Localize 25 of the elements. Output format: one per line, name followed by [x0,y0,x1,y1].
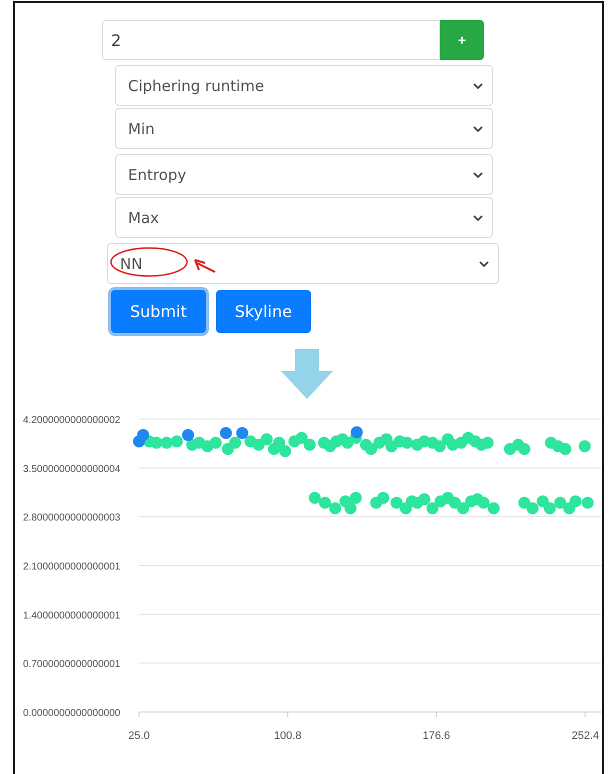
axis-label: 2.8000000000000003 [23,512,120,524]
axis-label: 25.0 [128,730,150,742]
number-input[interactable]: 2 [102,20,440,60]
axis-label: 176.6 [422,730,450,742]
dropdown[interactable]: NN [107,243,499,284]
axis-label: 252.4 [572,730,600,742]
dropdown[interactable]: Ciphering runtime [115,65,493,106]
skyline-button[interactable]: Skyline [216,290,311,333]
axis-label: 2.1000000000000001 [23,562,120,572]
axis-label: 0.7000000000000001 [23,659,120,670]
submit-button[interactable]: Submit [111,290,206,333]
chevron-icon [472,214,484,222]
axis-label: 3.5000000000000004 [23,464,120,475]
dropdown[interactable]: Max [115,197,493,238]
axis-label: 0.0000000000000000 [23,708,120,719]
chevron-icon [472,124,484,132]
axis-label: 1.4000000000000001 [23,610,120,622]
down-arrow-icon [281,349,333,401]
axis-label: 4.2000000000000002 [23,415,120,426]
chevron-icon [472,82,484,90]
chevron-icon [472,170,484,178]
dropdown[interactable]: Entropy [115,154,493,195]
chevron-icon [478,260,490,268]
dropdown[interactable]: Min [115,108,493,149]
axis-label: 100.8 [274,730,302,742]
